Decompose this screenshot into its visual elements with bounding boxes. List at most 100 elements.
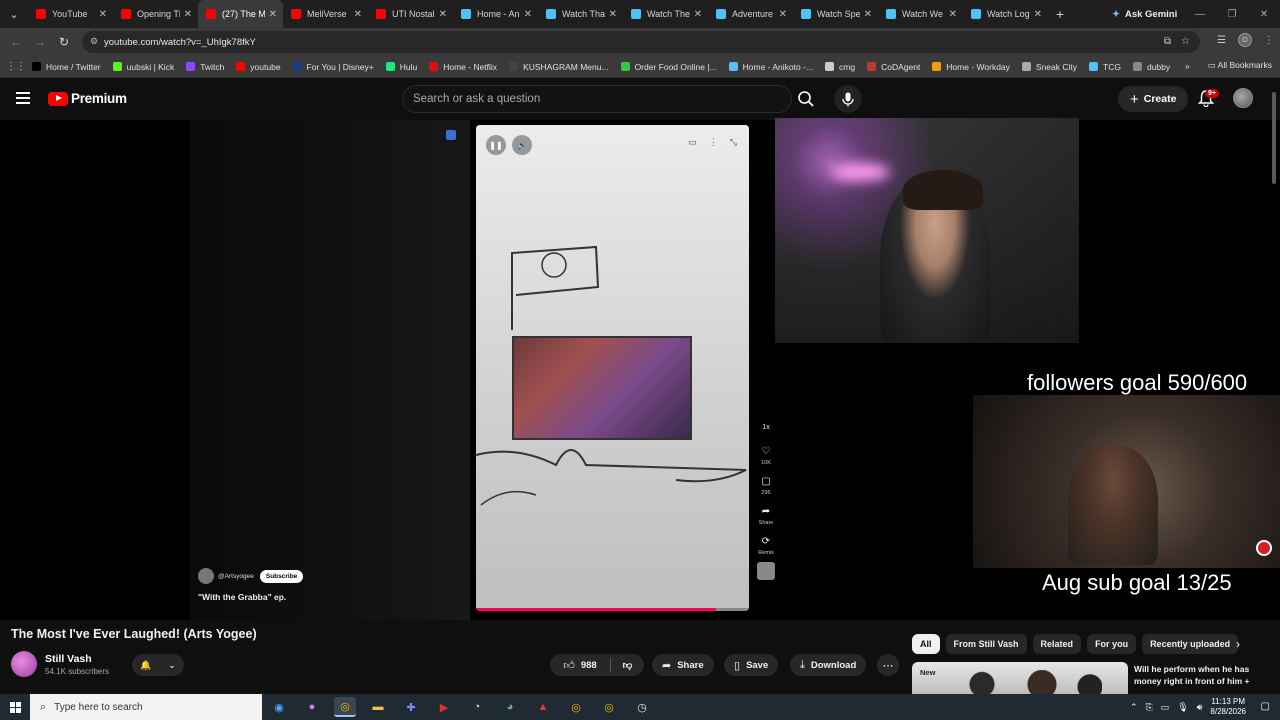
- browser-tab[interactable]: Opening Th ✕: [113, 0, 198, 28]
- notification-center-icon[interactable]: ▢: [1261, 701, 1270, 712]
- collapse-icon[interactable]: ⤡: [730, 137, 737, 148]
- bookmark-item[interactable]: Home - Netflix: [423, 62, 503, 72]
- bookmark-item[interactable]: Twitch: [180, 62, 230, 72]
- bookmark-item[interactable]: Hulu: [380, 62, 423, 72]
- close-tab-icon[interactable]: ✕: [864, 9, 872, 20]
- user-avatar[interactable]: [1233, 88, 1253, 108]
- minimize-button[interactable]: —: [1184, 0, 1216, 28]
- captions-icon[interactable]: ▭: [688, 137, 697, 148]
- edge-icon[interactable]: ◉: [268, 697, 290, 717]
- close-tab-icon[interactable]: ✕: [949, 9, 957, 20]
- dislike-button[interactable]: 👎︎: [611, 654, 644, 676]
- creator-avatar[interactable]: [198, 568, 214, 584]
- restore-button[interactable]: ❐: [1216, 0, 1248, 28]
- download-button[interactable]: ⤓ Download: [790, 654, 867, 676]
- media-player-icon[interactable]: ▶: [433, 697, 455, 717]
- bookmarks-overflow-icon[interactable]: »: [1185, 61, 1190, 71]
- filter-chip[interactable]: Related: [1032, 634, 1082, 654]
- close-tab-icon[interactable]: ✕: [269, 9, 277, 20]
- profile-avatar[interactable]: O: [1238, 33, 1252, 47]
- taskbar-search-input[interactable]: ⌕ Type here to search: [30, 694, 262, 720]
- bookmark-item[interactable]: Home / Twitter: [26, 62, 107, 72]
- bookmark-item[interactable]: CoDAgent: [861, 62, 926, 72]
- start-button[interactable]: [0, 701, 30, 713]
- browser-tab[interactable]: Watch The ✕: [623, 0, 708, 28]
- browser-tab[interactable]: UTI Nostal ✕: [368, 0, 453, 28]
- channel-name[interactable]: Still Vash: [45, 653, 92, 665]
- browser-tab[interactable]: (27) The M ✕: [198, 0, 283, 28]
- tab-search-icon[interactable]: ⌄: [0, 0, 28, 28]
- all-bookmarks-button[interactable]: ▭ All Bookmarks: [1208, 60, 1272, 71]
- bookmark-item[interactable]: Home - Anikoto -...: [723, 62, 819, 72]
- filter-chip[interactable]: Recently uploaded: [1142, 634, 1239, 654]
- close-tab-icon[interactable]: ✕: [694, 9, 702, 20]
- bookmark-item[interactable]: dubby: [1127, 62, 1176, 72]
- bookmark-item[interactable]: Sneak City: [1016, 62, 1083, 72]
- obs-icon[interactable]: ◔: [466, 697, 488, 717]
- save-button[interactable]: ▯ Save: [724, 654, 779, 676]
- file-explorer-icon[interactable]: ▬: [367, 697, 389, 717]
- browser-tab[interactable]: YouTube ✕: [28, 0, 113, 28]
- chrome-profile2-icon[interactable]: ◎: [565, 697, 587, 717]
- create-button[interactable]: + Create: [1118, 86, 1189, 112]
- subscription-bell-button[interactable]: 🔔 ⌄: [132, 654, 184, 676]
- apps-grid-icon[interactable]: ⋮⋮: [6, 61, 26, 72]
- app2-icon[interactable]: ◕: [499, 697, 521, 717]
- volume-tray-icon[interactable]: 🔊︎: [1197, 702, 1203, 713]
- forward-button[interactable]: →: [28, 35, 52, 49]
- network-icon[interactable]: ⎘: [1146, 702, 1153, 713]
- filter-chip[interactable]: From Still Vash: [945, 634, 1027, 654]
- short-progress-bar[interactable]: [476, 608, 749, 611]
- search-button[interactable]: [792, 85, 820, 113]
- chrome-icon[interactable]: ◎: [334, 697, 356, 717]
- filter-chip[interactable]: All: [912, 634, 940, 654]
- sound-thumbnail[interactable]: [757, 562, 775, 580]
- back-button[interactable]: ←: [4, 35, 28, 49]
- page-scrollbar[interactable]: [1272, 92, 1276, 184]
- close-tab-icon[interactable]: ✕: [779, 9, 787, 20]
- bookmark-item[interactable]: For You | Disney+: [287, 62, 380, 72]
- acrobat-icon[interactable]: ▲: [532, 697, 554, 717]
- close-window-button[interactable]: ✕: [1248, 0, 1280, 28]
- close-tab-icon[interactable]: ✕: [184, 9, 192, 20]
- browser-tab[interactable]: Home - An ✕: [453, 0, 538, 28]
- voice-search-button[interactable]: [834, 85, 862, 113]
- more-options-icon[interactable]: ⋮: [709, 137, 718, 148]
- recommended-thumbnail[interactable]: New: [912, 662, 1128, 694]
- close-tab-icon[interactable]: ✕: [99, 9, 107, 20]
- share-button[interactable]: ➦ Share: [652, 654, 714, 676]
- more-actions-button[interactable]: ⋯: [877, 654, 899, 676]
- browser-tab[interactable]: Watch We ✕: [878, 0, 963, 28]
- chrome-profile3-icon[interactable]: ◎: [598, 697, 620, 717]
- chevron-right-icon[interactable]: ›: [1236, 637, 1240, 651]
- like-button[interactable]: ♡ 10K: [754, 442, 778, 467]
- share-button-short[interactable]: ➦ Share: [754, 502, 778, 527]
- comment-button[interactable]: ▢ 295: [754, 472, 778, 497]
- bookmark-item[interactable]: cmg: [819, 62, 861, 72]
- bookmark-item[interactable]: TCG: [1083, 62, 1127, 72]
- browser-menu-icon[interactable]: ⋮: [1264, 35, 1274, 46]
- browser-tab[interactable]: MeliVerse ✕: [283, 0, 368, 28]
- tab-search-panel-icon[interactable]: ☰: [1217, 35, 1226, 46]
- ask-gemini-button[interactable]: ✦ Ask Gemini: [1104, 4, 1185, 24]
- close-tab-icon[interactable]: ✕: [609, 9, 617, 20]
- like-video-button[interactable]: 👍︎ 988: [550, 654, 610, 676]
- close-tab-icon[interactable]: ✕: [439, 9, 447, 20]
- tray-chevron-icon[interactable]: ⌃: [1130, 702, 1138, 713]
- close-tab-icon[interactable]: ✕: [524, 9, 532, 20]
- remix-button[interactable]: ⟳ Remix: [754, 532, 778, 557]
- battery-icon[interactable]: ▭: [1161, 702, 1170, 713]
- bookmark-item[interactable]: Order Food Online |...: [615, 62, 723, 72]
- volume-icon[interactable]: 🔈: [512, 135, 532, 155]
- taskbar-clock[interactable]: 11:13 PM 8/28/2026: [1210, 697, 1246, 717]
- app-icon[interactable]: ●: [301, 697, 323, 717]
- browser-tab[interactable]: Watch Log ✕: [963, 0, 1048, 28]
- search-input[interactable]: Search or ask a question: [402, 85, 792, 113]
- bookmark-item[interactable]: uubski | Kick: [107, 62, 181, 72]
- close-tab-icon[interactable]: ✕: [1034, 9, 1042, 20]
- clock-app-icon[interactable]: ◷: [631, 697, 653, 717]
- mic-tray-icon[interactable]: 🎙︎: [1177, 702, 1188, 713]
- speed-button[interactable]: 1x: [754, 418, 778, 436]
- short-subscribe-button[interactable]: Subscribe: [259, 569, 304, 583]
- browser-tab[interactable]: Adventure ✕: [708, 0, 793, 28]
